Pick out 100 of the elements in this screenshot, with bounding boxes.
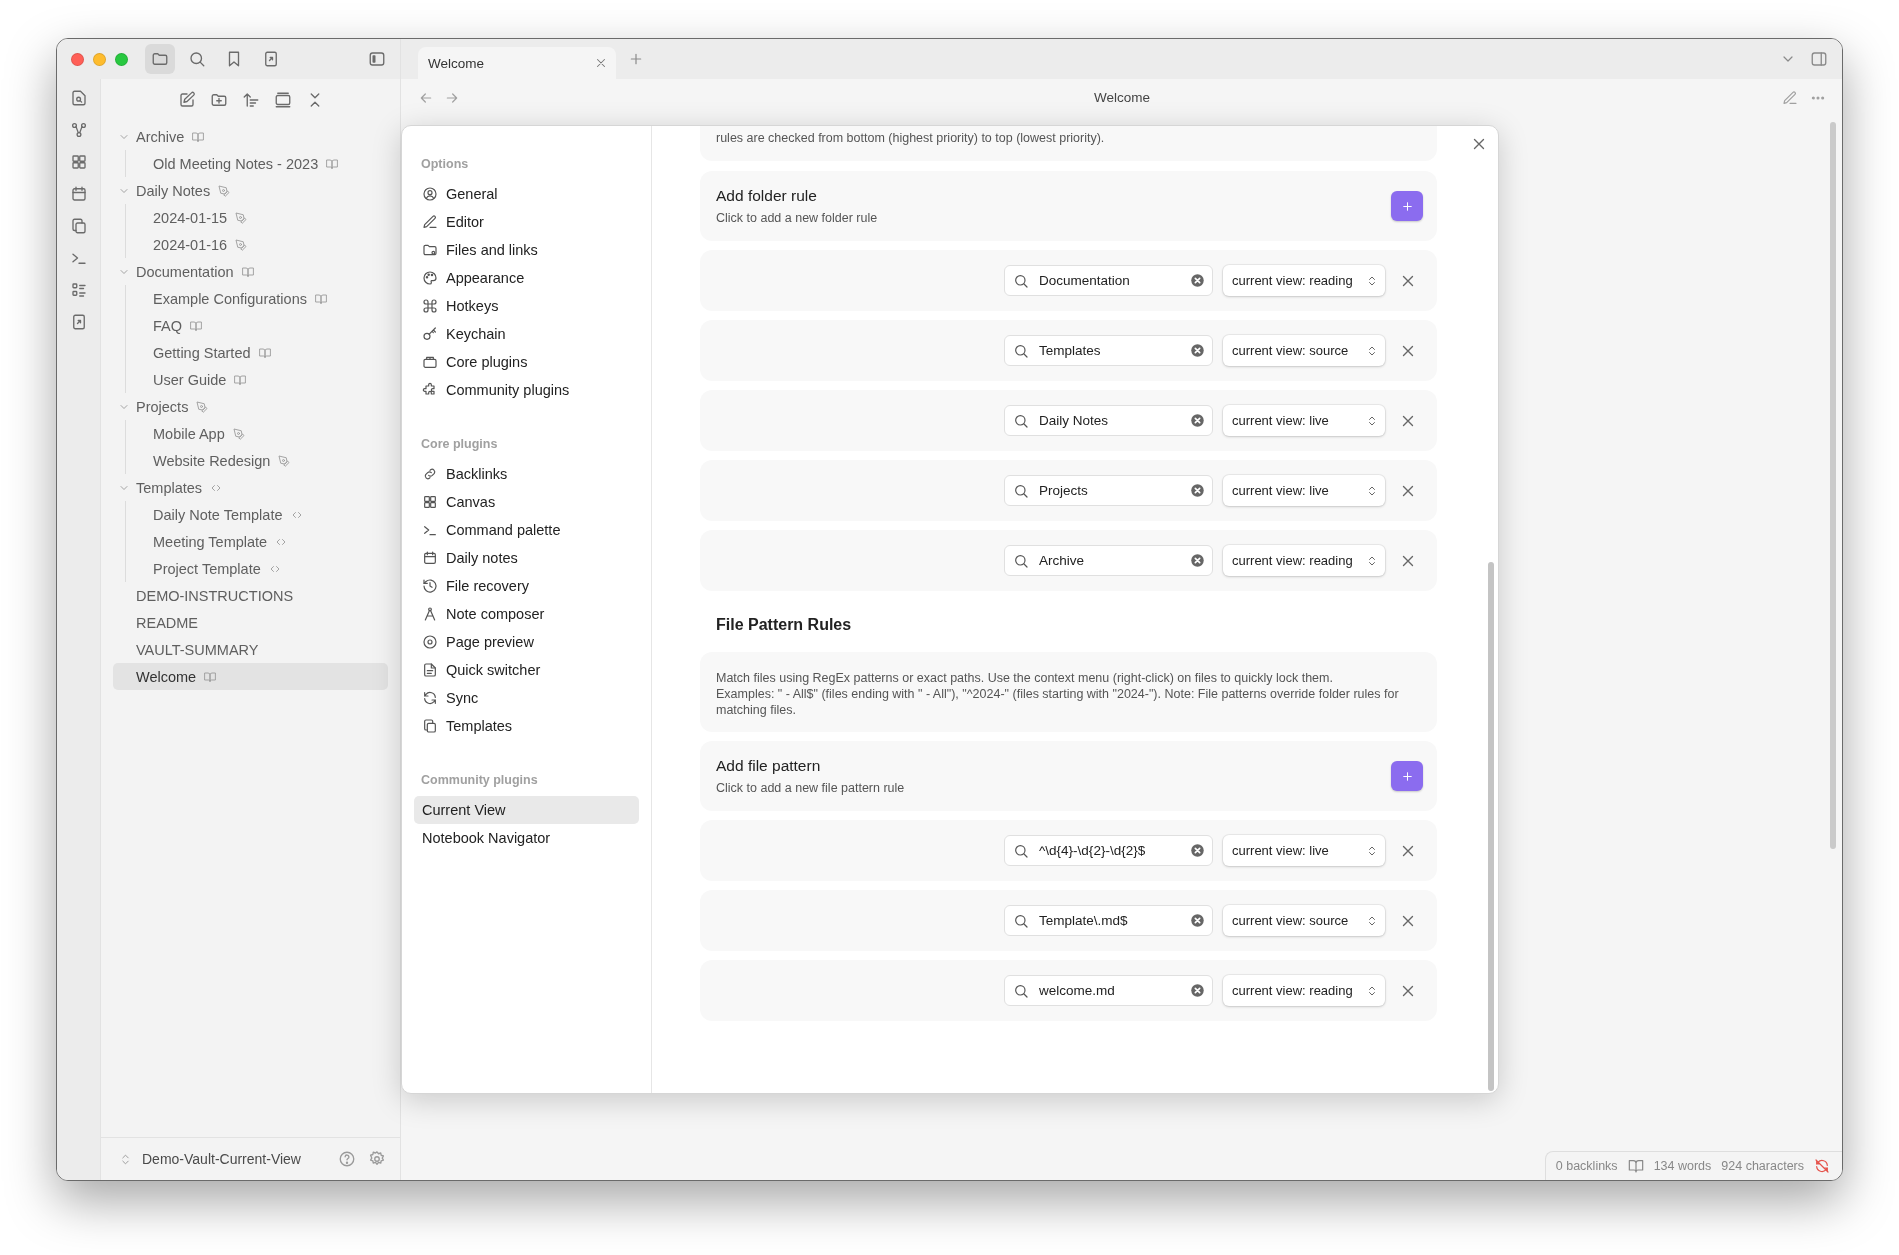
grid-icon	[422, 494, 438, 510]
user-circle-icon	[422, 186, 438, 202]
nav-item[interactable]: Keychain	[414, 320, 639, 348]
book-icon[interactable]	[1627, 1158, 1644, 1174]
nav-item[interactable]: Canvas	[414, 488, 639, 516]
view-select[interactable]: current view: live	[1223, 835, 1385, 866]
new-note-icon[interactable]	[177, 91, 196, 109]
scrollbar[interactable]	[1830, 122, 1836, 849]
clear-icon[interactable]	[1190, 913, 1205, 928]
close-icon[interactable]	[594, 56, 608, 70]
help-icon[interactable]	[338, 1150, 356, 1168]
nav-item[interactable]: Daily notes	[414, 544, 639, 572]
pattern-field[interactable]: ^\d{4}-\d{2}-\d{2}$	[1004, 835, 1213, 866]
pattern-field[interactable]: Projects	[1004, 475, 1213, 506]
file-item[interactable]: VAULT-SUMMARY	[113, 636, 388, 663]
updown-icon	[1366, 344, 1378, 357]
book-icon	[234, 373, 247, 386]
file-item[interactable]: User Guide	[126, 366, 388, 393]
window-close-button[interactable]	[71, 52, 84, 66]
nav-item[interactable]: Command palette	[414, 516, 639, 544]
file-item[interactable]: Website Redesign	[126, 447, 388, 474]
nav-item[interactable]: Notebook Navigator	[414, 824, 639, 852]
file-item[interactable]: Getting Started	[126, 339, 388, 366]
clear-icon[interactable]	[1190, 983, 1205, 998]
file-item[interactable]: Example Configurations	[126, 285, 388, 312]
clear-icon[interactable]	[1190, 413, 1205, 428]
file-item[interactable]: README	[113, 609, 388, 636]
compass-icon	[422, 606, 438, 622]
pencil-icon	[422, 214, 438, 230]
view-select[interactable]: current view: source	[1223, 335, 1385, 366]
nav-item[interactable]: Page preview	[414, 628, 639, 656]
folder-item[interactable]: Daily Notes	[113, 177, 388, 204]
nav-item[interactable]: Appearance	[414, 264, 639, 292]
copy-icon[interactable]	[69, 217, 88, 235]
pencil-icon[interactable]	[1782, 89, 1798, 106]
folder-item[interactable]: Archive	[113, 123, 388, 150]
settings-icon[interactable]	[368, 1150, 386, 1168]
clear-icon[interactable]	[1190, 553, 1205, 568]
pattern-field[interactable]: Archive	[1004, 545, 1213, 576]
scrollbar[interactable]	[1488, 562, 1494, 1091]
window-maximize-button[interactable]	[115, 52, 128, 66]
description-text: rules are checked from bottom (highest priority) to top (lowest priority).	[716, 130, 1106, 146]
file-item[interactable]: Meeting Template	[126, 528, 388, 555]
nav-item[interactable]: Community plugins	[414, 376, 639, 404]
pattern-field[interactable]: Template\.md$	[1004, 905, 1213, 936]
graph-icon[interactable]	[69, 121, 88, 139]
vault-name[interactable]: Demo-Vault-Current-View	[142, 1151, 301, 1167]
file-search-icon[interactable]	[69, 89, 88, 107]
file-item[interactable]: Project Template	[126, 555, 388, 582]
nav-item[interactable]: General	[414, 180, 639, 208]
nav-item[interactable]: Quick switcher	[414, 656, 639, 684]
nav-item[interactable]: Core plugins	[414, 348, 639, 376]
view-select[interactable]: current view: reading	[1223, 265, 1385, 296]
file-item[interactable]: Old Meeting Notes - 2023	[126, 150, 388, 177]
folder-item[interactable]: Projects	[113, 393, 388, 420]
view-select[interactable]: current view: live	[1223, 405, 1385, 436]
nav-item[interactable]: Backlinks	[414, 460, 639, 488]
folder-icon[interactable]	[145, 44, 175, 74]
nav-item[interactable]: Templates	[414, 712, 639, 740]
view-select[interactable]: current view: live	[1223, 475, 1385, 506]
nav-item[interactable]: Note composer	[414, 600, 639, 628]
clear-icon[interactable]	[1190, 343, 1205, 358]
nav-item[interactable]: Sync	[414, 684, 639, 712]
view-select[interactable]: current view: source	[1223, 905, 1385, 936]
add-rule-button[interactable]	[1391, 191, 1423, 221]
folder-item[interactable]: Documentation	[113, 258, 388, 285]
sidebar-toggle-icon[interactable]	[1810, 50, 1828, 68]
pattern-field[interactable]: Documentation	[1004, 265, 1213, 296]
view-select[interactable]: current view: reading	[1223, 545, 1385, 576]
pattern-field[interactable]: welcome.md	[1004, 975, 1213, 1006]
view-select[interactable]: current view: reading	[1223, 975, 1385, 1006]
clear-icon[interactable]	[1190, 483, 1205, 498]
reveal-icon[interactable]	[273, 91, 292, 109]
list-icon[interactable]	[69, 281, 88, 299]
file-item[interactable]: Mobile App	[126, 420, 388, 447]
sync-off-icon[interactable]	[1814, 1158, 1830, 1174]
file-item[interactable]: 2024-01-16	[126, 231, 388, 258]
new-folder-icon[interactable]	[209, 91, 228, 109]
pattern-field[interactable]: Daily Notes	[1004, 405, 1213, 436]
pattern-field[interactable]: Templates	[1004, 335, 1213, 366]
clear-icon[interactable]	[1190, 273, 1205, 288]
nav-item[interactable]: Hotkeys	[414, 292, 639, 320]
clear-icon[interactable]	[1190, 843, 1205, 858]
file-item[interactable]: DEMO-INSTRUCTIONS	[113, 582, 388, 609]
nav-item[interactable]: Editor	[414, 208, 639, 236]
add-rule-button[interactable]	[1391, 761, 1423, 791]
grid-icon[interactable]	[69, 153, 88, 171]
file-item[interactable]: 2024-01-15	[126, 204, 388, 231]
vault-switch-icon[interactable]	[119, 1152, 132, 1166]
puzzle-icon	[422, 382, 438, 398]
tab[interactable]: Welcome	[418, 47, 616, 79]
sort-icon[interactable]	[241, 91, 260, 109]
file-item[interactable]: Welcome	[113, 663, 388, 690]
nav-item[interactable]: Current View	[414, 796, 639, 824]
nav-item[interactable]: Files and links	[414, 236, 639, 264]
file-item[interactable]: FAQ	[126, 312, 388, 339]
file-item[interactable]: Daily Note Template	[126, 501, 388, 528]
nav-item[interactable]: File recovery	[414, 572, 639, 600]
folder-item[interactable]: Templates	[113, 474, 388, 501]
calendar-icon[interactable]	[69, 185, 88, 203]
